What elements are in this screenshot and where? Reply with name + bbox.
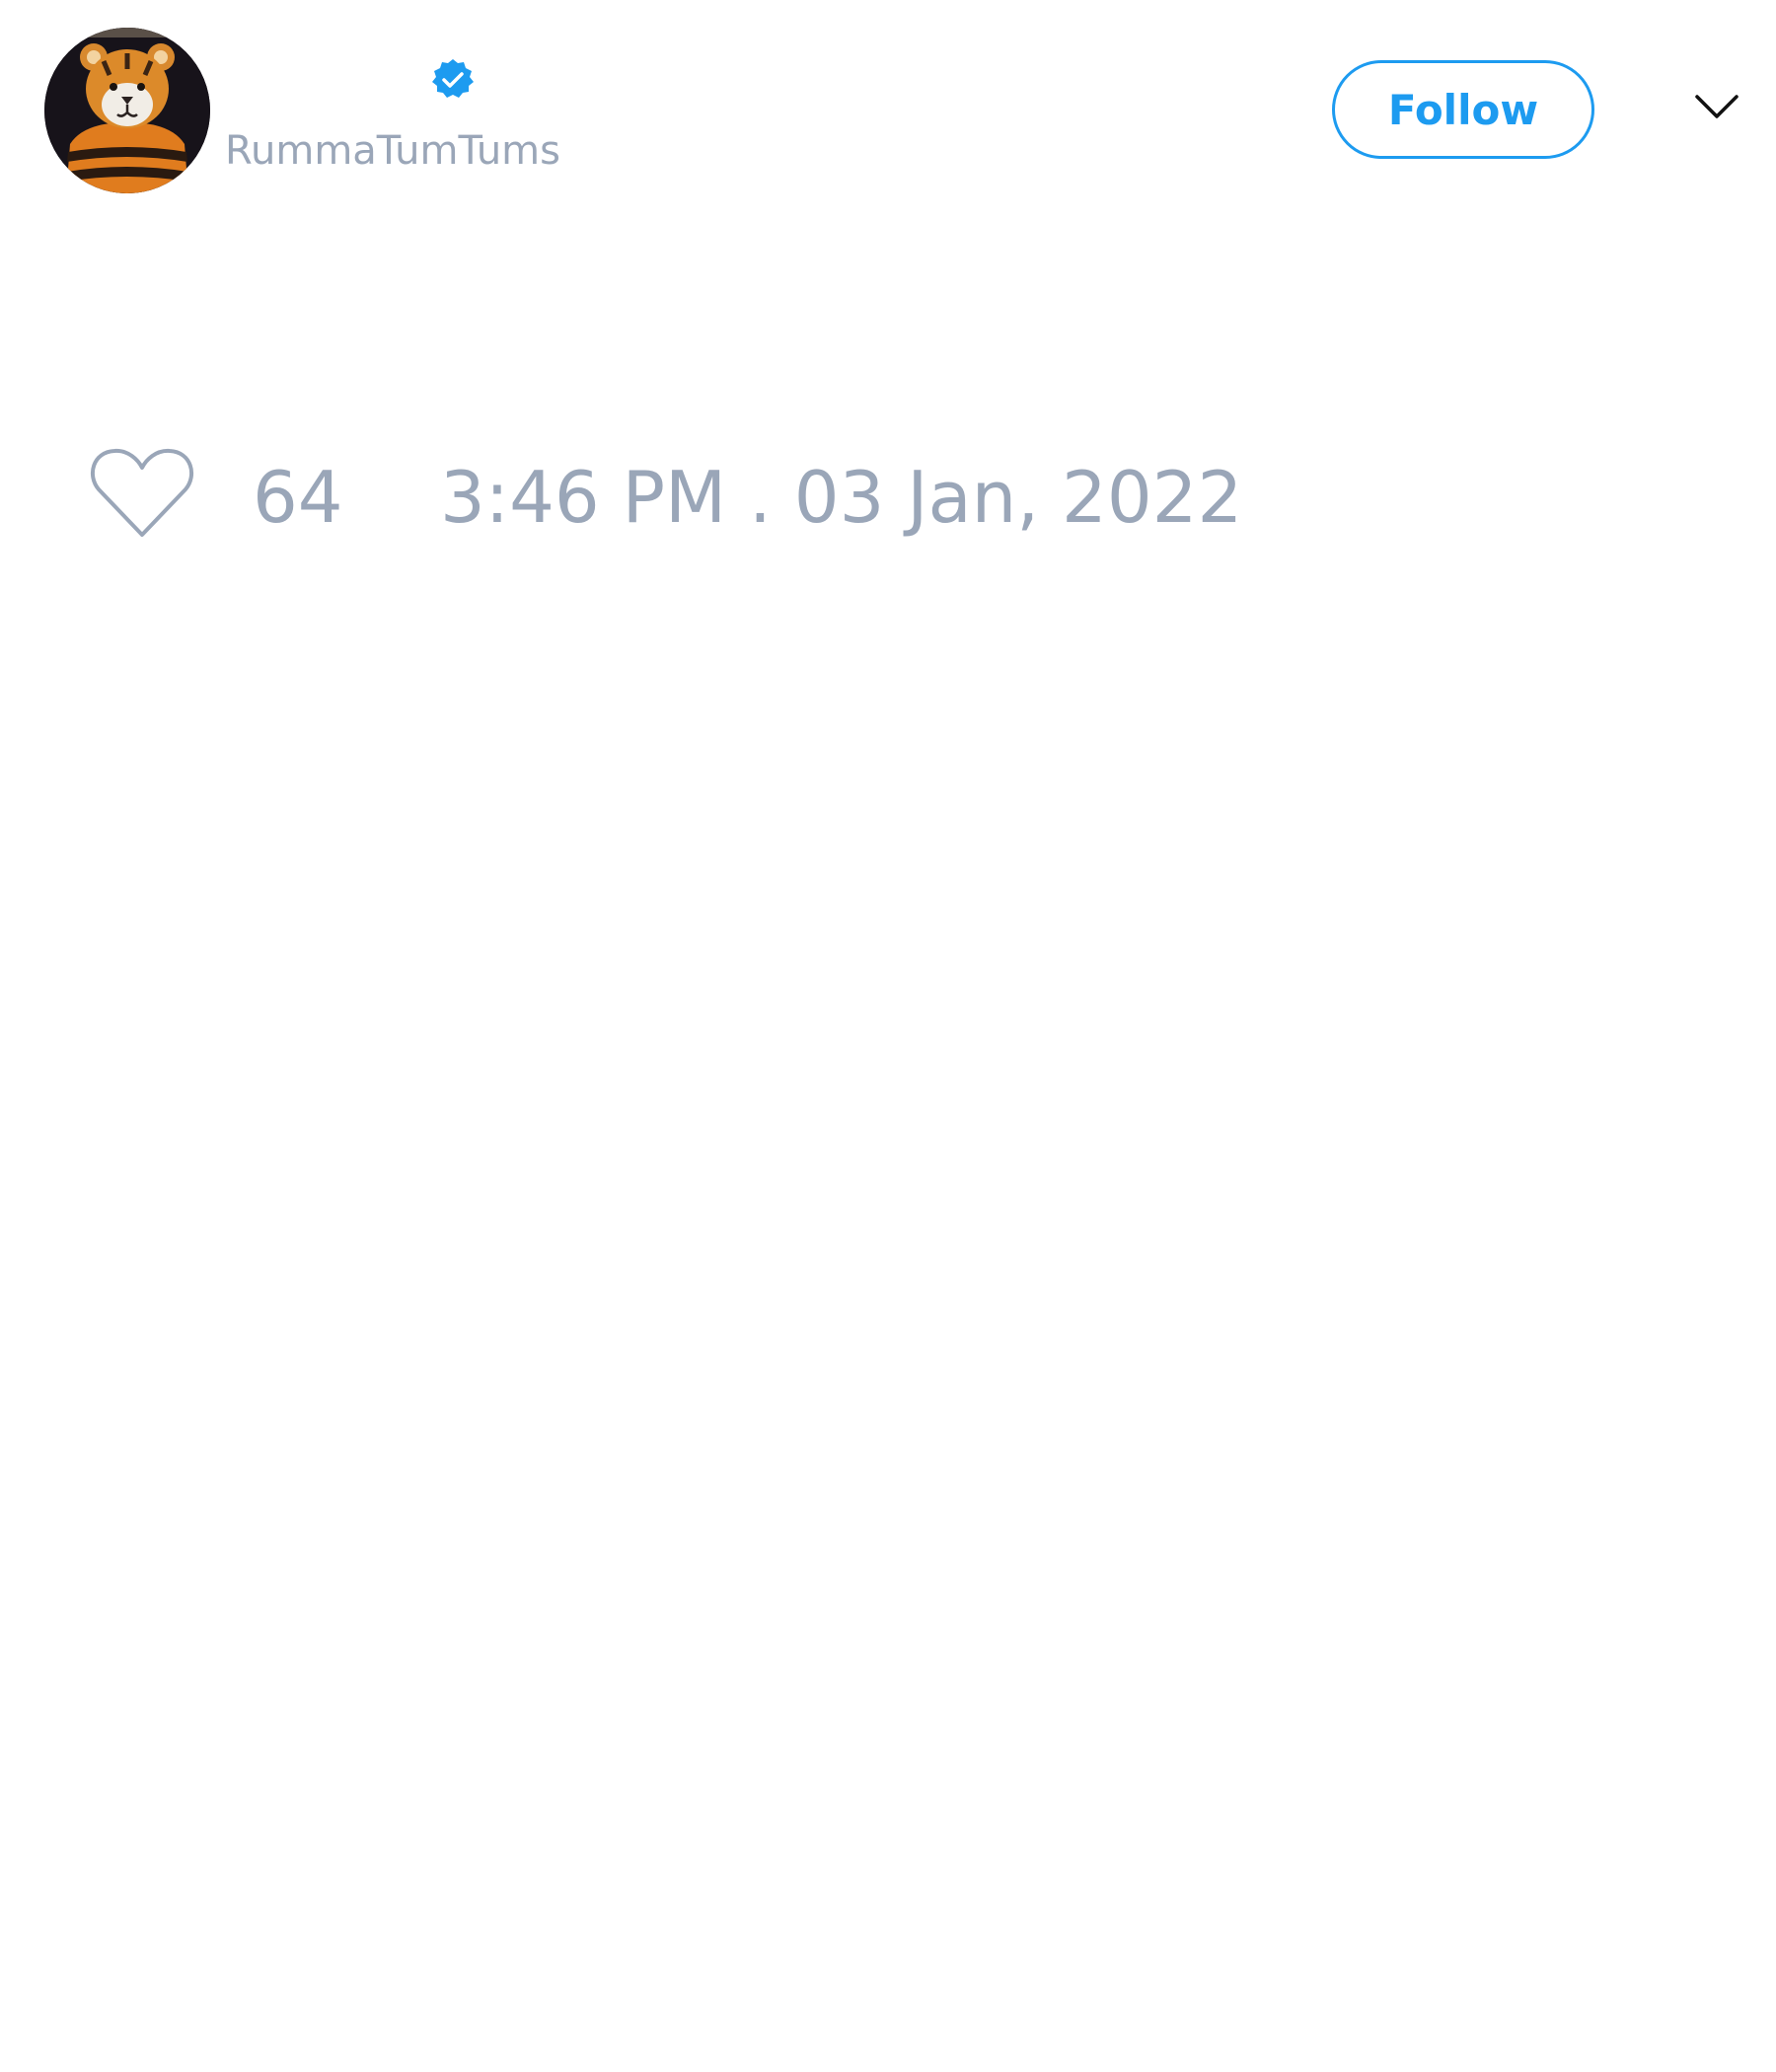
tiger-plush-avatar-image (44, 28, 210, 193)
chevron-down-icon[interactable] (1693, 91, 1740, 122)
author-handle[interactable]: RummaTumTums (225, 124, 560, 178)
follow-button[interactable]: Follow (1332, 60, 1594, 159)
heart-outline-icon[interactable] (89, 446, 195, 541)
avatar[interactable] (44, 28, 210, 193)
tweet-timestamp[interactable]: 3:46 PM . 03 Jan, 2022 (440, 456, 1242, 539)
verified-badge-icon (430, 57, 476, 103)
like-count: 64 (253, 456, 343, 539)
